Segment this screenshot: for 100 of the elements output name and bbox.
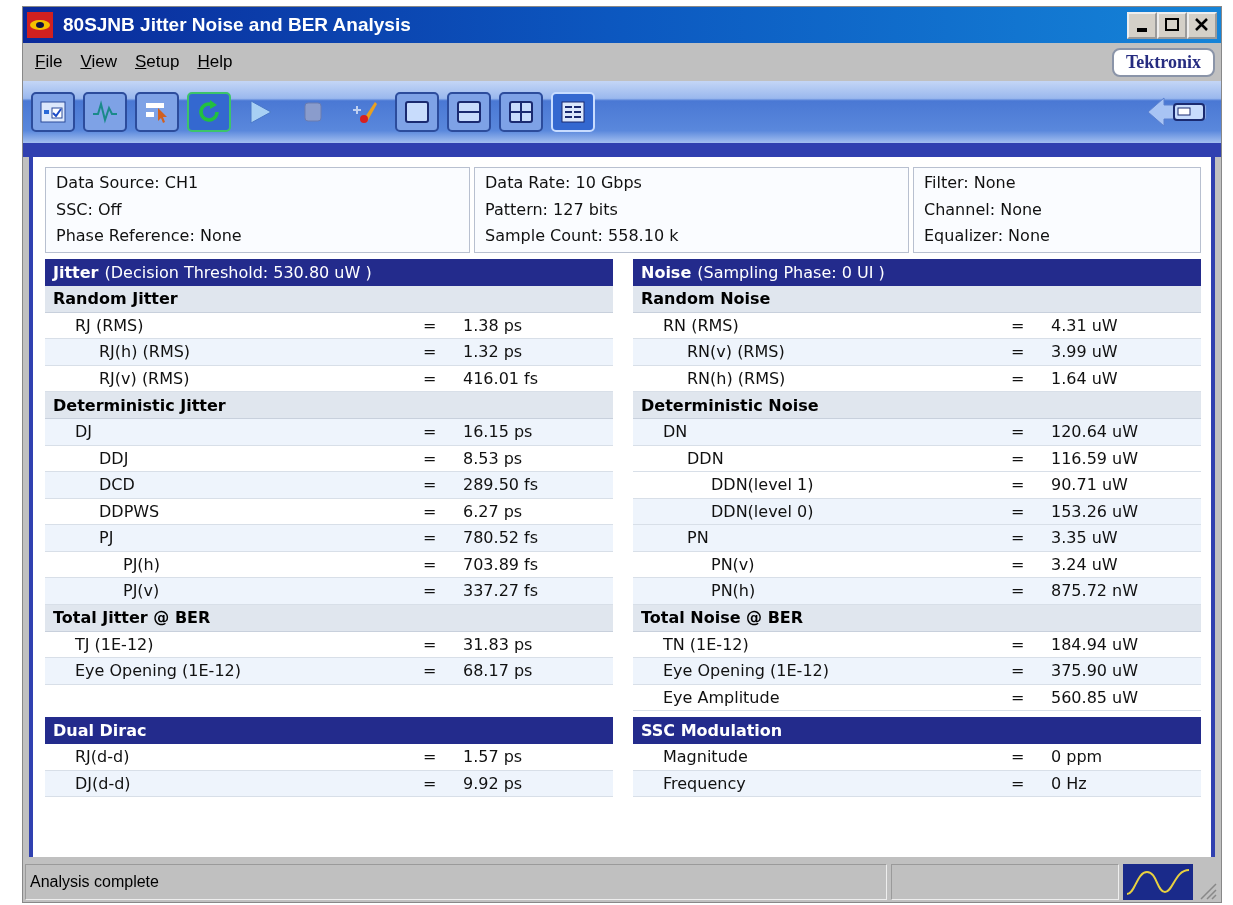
panel-title: SSC Modulation	[641, 721, 783, 740]
equals-sign: =	[1011, 747, 1026, 767]
metric-label: RJ(v) (RMS)	[98, 368, 191, 388]
metric-label: Eye Opening (1E-12)	[74, 661, 242, 681]
equals-sign: =	[423, 528, 438, 548]
equals-sign: =	[1011, 554, 1026, 574]
equals-sign: =	[423, 554, 438, 574]
menu-item[interactable]: View	[74, 50, 123, 74]
metric-value: 3.24 uW	[1051, 554, 1119, 574]
split-pane-icon	[455, 98, 483, 126]
toolbar-button[interactable]	[31, 92, 75, 132]
menu-item[interactable]: File	[29, 50, 69, 74]
waveform-icon	[1123, 864, 1193, 900]
equals-sign: =	[423, 661, 438, 681]
metric-label: DDN(level 1)	[710, 475, 815, 495]
maximize-button[interactable]	[1157, 11, 1187, 39]
equals-sign: =	[1011, 528, 1026, 548]
metric-value: 153.26 uW	[1051, 501, 1140, 521]
metric-label: Magnitude	[662, 747, 749, 767]
metric-label: RJ(h) (RMS)	[98, 342, 192, 362]
metric-label: RN (RMS)	[662, 315, 740, 335]
equals-sign: =	[1011, 315, 1026, 335]
metric-label: DCD	[98, 475, 136, 495]
maximize-icon	[1163, 16, 1181, 34]
brand-logo: Tektronix	[1111, 47, 1215, 77]
section-heading: Deterministic Noise	[633, 392, 1201, 419]
metric-label: Frequency	[662, 773, 747, 793]
metric-value: 1.32 ps	[463, 342, 524, 362]
metric-label: Eye Amplitude	[662, 687, 781, 707]
metric-label: RJ (RMS)	[74, 315, 145, 335]
equals-sign: =	[423, 581, 438, 601]
metric-value: 31.83 ps	[463, 634, 534, 654]
section-heading: Deterministic Jitter	[45, 392, 613, 419]
metric-label: Eye Opening (1E-12)	[662, 661, 830, 681]
section-heading: Total Jitter @ BER	[45, 604, 613, 632]
metric-value: 0 ppm	[1051, 747, 1104, 767]
metric-value: 4.31 uW	[1051, 315, 1119, 335]
metric-label: DJ(d-d)	[74, 773, 132, 793]
metric-value: 16.15 ps	[463, 422, 534, 442]
equals-sign: =	[423, 501, 438, 521]
metric-value: 1.64 uW	[1051, 368, 1119, 388]
toolbar-button[interactable]	[447, 92, 491, 132]
metric-value: 120.64 uW	[1051, 422, 1140, 442]
metric-label: DDN	[686, 448, 725, 468]
window-title: 80SJNB Jitter Noise and BER Analysis	[63, 14, 412, 36]
metric-label: TJ (1E-12)	[74, 634, 155, 654]
minimize-button[interactable]	[1127, 11, 1157, 39]
equals-sign: =	[423, 368, 438, 388]
metric-label: RN(v) (RMS)	[686, 342, 786, 362]
info-text: SSC: Off	[56, 198, 123, 221]
info-text: Equalizer: None	[924, 225, 1051, 247]
metric-label: DDN(level 0)	[710, 501, 815, 521]
toolbar-button[interactable]	[395, 92, 439, 132]
info-text: Pattern: 127 bits	[485, 198, 619, 221]
metric-value: 780.52 fs	[463, 528, 540, 548]
panel-title: Noise	[641, 262, 692, 282]
equals-sign: =	[1011, 581, 1026, 601]
toolbar-button[interactable]	[499, 92, 543, 132]
section-heading: Random Jitter	[45, 285, 613, 313]
metric-value: 416.01 fs	[463, 368, 540, 388]
info-text: Phase Reference: None	[56, 225, 243, 247]
equals-sign: =	[423, 475, 438, 495]
table-icon	[559, 98, 587, 126]
app-logo-icon	[27, 12, 53, 38]
metric-value: 1.38 ps	[463, 315, 524, 335]
info-text: Sample Count: 558.10 k	[485, 225, 680, 247]
metric-label: PN(h)	[710, 581, 757, 601]
metric-label: DN	[662, 422, 689, 442]
menu-item[interactable]: Setup	[128, 50, 186, 74]
panel-title: Dual Dirac	[53, 721, 147, 740]
metric-value: 875.72 nW	[1051, 581, 1140, 601]
menu-item[interactable]: Help	[191, 50, 239, 74]
toolbar-button[interactable]	[135, 92, 179, 132]
equals-sign: =	[1011, 501, 1026, 521]
info-text: Data Rate: 10 Gbps	[485, 172, 643, 194]
metric-value: 90.71 uW	[1051, 475, 1129, 495]
section-heading: Random Noise	[633, 285, 1201, 313]
metric-label: PJ(h)	[122, 554, 161, 574]
metric-value: 337.27 fs	[463, 581, 540, 601]
quad-pane-icon	[507, 98, 535, 126]
metric-value: 8.53 ps	[463, 448, 524, 468]
metric-value: 375.90 uW	[1051, 661, 1140, 681]
equals-sign: =	[423, 747, 438, 767]
metric-label: DJ	[74, 422, 94, 442]
info-text: Data Source: CH1	[56, 172, 200, 194]
equals-sign: =	[423, 342, 438, 362]
close-button[interactable]	[1187, 11, 1217, 39]
metric-value: 560.85 uW	[1051, 687, 1140, 707]
metric-label: DDPWS	[98, 501, 161, 521]
equals-sign: =	[1011, 661, 1026, 681]
info-text: Channel: None	[924, 198, 1043, 221]
metric-label: TN (1E-12)	[662, 634, 750, 654]
metric-value: 3.99 uW	[1051, 342, 1119, 362]
metric-value: 703.89 fs	[463, 554, 540, 574]
equals-sign: =	[1011, 687, 1026, 707]
checklist-icon	[39, 98, 67, 126]
metric-value: 1.57 ps	[463, 747, 524, 767]
panel-subtitle: (Sampling Phase: 0 UI )	[697, 262, 885, 282]
panel-subtitle: (Decision Threshold: 530.80 uW )	[104, 262, 372, 282]
status-message: Analysis complete	[25, 864, 887, 900]
